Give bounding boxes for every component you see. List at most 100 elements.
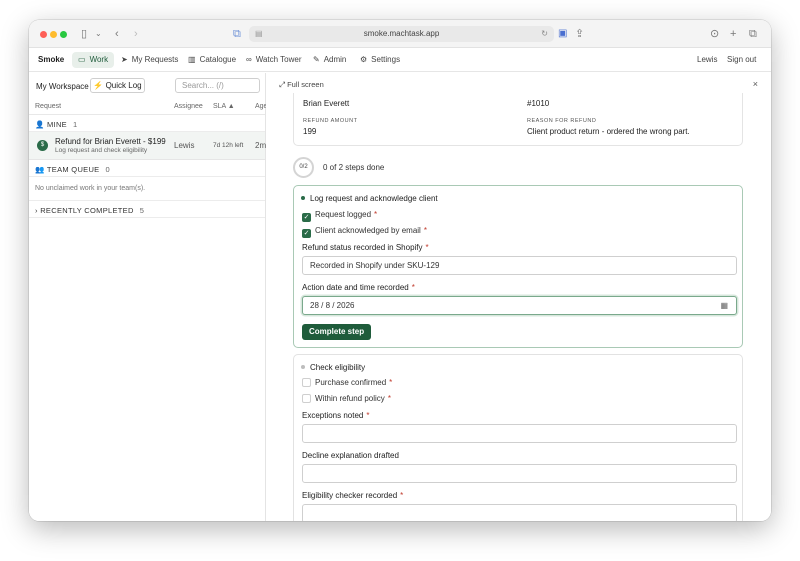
- eligibility-checker-input[interactable]: [302, 504, 737, 521]
- chevron-right-icon: ›: [35, 206, 38, 215]
- progress-ring: 0/2: [293, 157, 314, 178]
- share-icon[interactable]: ⇪: [575, 27, 584, 41]
- person-icon: 👤: [35, 120, 45, 129]
- nav-watch-tower[interactable]: ∞ Watch Tower: [240, 52, 308, 68]
- mine-count: 1: [72, 120, 78, 129]
- nav-admin[interactable]: ✎ Admin: [307, 52, 352, 68]
- refund-reason-label: REASON FOR REFUND: [527, 118, 597, 124]
- recently-completed-count: 5: [139, 206, 145, 215]
- request-age: 2m: [255, 141, 267, 150]
- exceptions-input[interactable]: [302, 424, 737, 443]
- request-subtitle: Log request and check eligibility: [55, 147, 148, 154]
- catalogue-icon: ▥: [188, 55, 196, 64]
- active-dot-icon: [301, 196, 305, 200]
- nav-work[interactable]: ▭ Work: [72, 52, 115, 68]
- field-label: Refund status recorded in Shopify *: [302, 243, 429, 252]
- new-tab-icon[interactable]: +: [730, 27, 736, 41]
- forward-icon[interactable]: ›: [134, 27, 138, 41]
- table-header: Request Assignee SLA ▲ Age: [29, 99, 267, 115]
- reload-icon[interactable]: ↻: [541, 26, 548, 42]
- detail-pane: ⤢ Full screen × Brian Everett #1010 REFU…: [266, 73, 771, 521]
- request-assignee: Lewis: [174, 141, 195, 150]
- search-input[interactable]: Search... (/): [175, 78, 260, 93]
- field-label: Exceptions noted *: [302, 411, 370, 420]
- decline-explanation-input[interactable]: [302, 464, 737, 483]
- download-icon[interactable]: ⊙: [710, 27, 719, 41]
- col-sla[interactable]: SLA ▲: [213, 103, 235, 110]
- team-queue-count: 0: [105, 165, 110, 174]
- field-label: Eligibility checker recorded *: [302, 491, 404, 500]
- request-title: Refund for Brian Everett - $199: [55, 137, 166, 146]
- step-card-check-eligibility: Check eligibility Purchase confirmed * Wi…: [293, 354, 743, 521]
- browser-toolbar: ▯ ⌄ ‹ › ⧉ ▤ smoke.machtask.app ↻ ▣ ⇪ ⊙ +…: [29, 20, 771, 48]
- nav-catalogue[interactable]: ▥ Catalogue: [182, 52, 242, 68]
- sign-out-link[interactable]: Sign out: [727, 55, 756, 64]
- complete-step-button[interactable]: Complete step: [302, 324, 372, 340]
- page-icon: ▤: [255, 29, 263, 38]
- checkbox-within-policy[interactable]: Within refund policy *: [302, 394, 391, 403]
- refund-amount-label: REFUND AMOUNT: [303, 118, 358, 124]
- checkbox-request-logged[interactable]: ✓ Request logged *: [302, 210, 377, 222]
- sidebar-toggle-icon[interactable]: ▯: [81, 27, 87, 41]
- checkbox-client-acknowledged[interactable]: ✓ Client acknowledged by email *: [302, 226, 427, 238]
- wrench-icon: ✎: [313, 55, 320, 64]
- pending-dot-icon: [301, 365, 305, 369]
- workspace-title: My Workspace: [36, 82, 89, 91]
- close-icon[interactable]: ×: [753, 79, 758, 89]
- progress-text: 0 of 2 steps done: [323, 163, 385, 172]
- request-summary: Brian Everett #1010 REFUND AMOUNT 199 RE…: [293, 93, 743, 146]
- checkbox-purchase-confirmed[interactable]: Purchase confirmed *: [302, 378, 392, 387]
- inbox-icon: ▭: [78, 55, 86, 64]
- section-mine[interactable]: 👤 MINE 1: [29, 115, 265, 132]
- calendar-icon[interactable]: ▦: [720, 297, 728, 314]
- extension-icon[interactable]: ▣: [558, 27, 567, 41]
- zoom-window-button[interactable]: [60, 31, 67, 38]
- client-value: Brian Everett: [303, 99, 350, 108]
- gear-icon: ⚙: [360, 55, 368, 64]
- step-title[interactable]: Log request and acknowledge client: [301, 194, 438, 203]
- quick-log-button[interactable]: ⚡ Quick Log: [90, 78, 145, 93]
- user-name[interactable]: Lewis: [697, 55, 717, 64]
- minimize-window-button[interactable]: [50, 31, 57, 38]
- back-icon[interactable]: ‹: [115, 27, 119, 41]
- section-recently-completed[interactable]: › RECENTLY COMPLETED 5: [29, 201, 265, 218]
- request-sla: 7d 12h left: [213, 142, 244, 149]
- step-card-log-request: Log request and acknowledge client ✓ Requ…: [293, 185, 743, 348]
- full-screen-button[interactable]: ⤢ Full screen: [279, 80, 324, 90]
- brand-name: Smoke: [38, 55, 65, 64]
- close-window-button[interactable]: [40, 31, 47, 38]
- team-icon: 👥: [35, 165, 45, 174]
- expand-icon: ⤢: [279, 80, 285, 89]
- section-team-queue[interactable]: 👥 TEAM QUEUE 0: [29, 160, 265, 177]
- field-label: Action date and time recorded *: [302, 283, 415, 292]
- col-request[interactable]: Request: [35, 103, 61, 110]
- address-bar[interactable]: ▤ smoke.machtask.app ↻: [249, 26, 554, 42]
- tab-group-icon[interactable]: ⧉: [233, 27, 241, 41]
- team-queue-empty: No unclaimed work in your team(s).: [29, 177, 265, 201]
- check-icon: ✓: [302, 229, 311, 238]
- nav-my-requests[interactable]: ➤ My Requests: [115, 52, 184, 68]
- order-value: #1010: [527, 99, 550, 108]
- workspace-header: My Workspace ⚡ Quick Log Search... (/): [29, 73, 265, 99]
- check-icon: ✓: [302, 213, 311, 222]
- nav-settings[interactable]: ⚙ Settings: [354, 52, 406, 68]
- action-date-input[interactable]: 28 / 8 / 2026 ▦: [302, 296, 737, 315]
- tab-overview-icon[interactable]: ⧉: [749, 27, 757, 41]
- refund-amount-value: 199: [303, 127, 317, 136]
- empty-message: No unclaimed work in your team(s).: [35, 185, 146, 192]
- work-list-pane: My Workspace ⚡ Quick Log Search... (/) R…: [29, 73, 267, 521]
- chevron-down-icon[interactable]: ⌄: [95, 27, 102, 41]
- app-navbar: Smoke ▭ Work ➤ My Requests ▥ Catalogue ∞ Wat…: [29, 48, 771, 72]
- refund-reason-value: Client product return - ordered the wron…: [527, 127, 690, 136]
- col-assignee[interactable]: Assignee: [174, 103, 203, 110]
- bolt-icon: ⚡: [93, 81, 104, 90]
- refund-status-input[interactable]: Recorded in Shopify under SKU-129: [302, 256, 737, 275]
- table-row[interactable]: $ Refund for Brian Everett - $199 Log re…: [29, 132, 267, 160]
- send-icon: ➤: [121, 55, 128, 64]
- field-label: Decline explanation drafted: [302, 451, 399, 460]
- binoculars-icon: ∞: [246, 55, 252, 64]
- url-text: smoke.machtask.app: [363, 29, 440, 38]
- step-progress: 0/2 0 of 2 steps done: [293, 157, 593, 179]
- step-title[interactable]: Check eligibility: [301, 363, 365, 372]
- browser-window: ▯ ⌄ ‹ › ⧉ ▤ smoke.machtask.app ↻ ▣ ⇪ ⊙ +…: [29, 20, 771, 521]
